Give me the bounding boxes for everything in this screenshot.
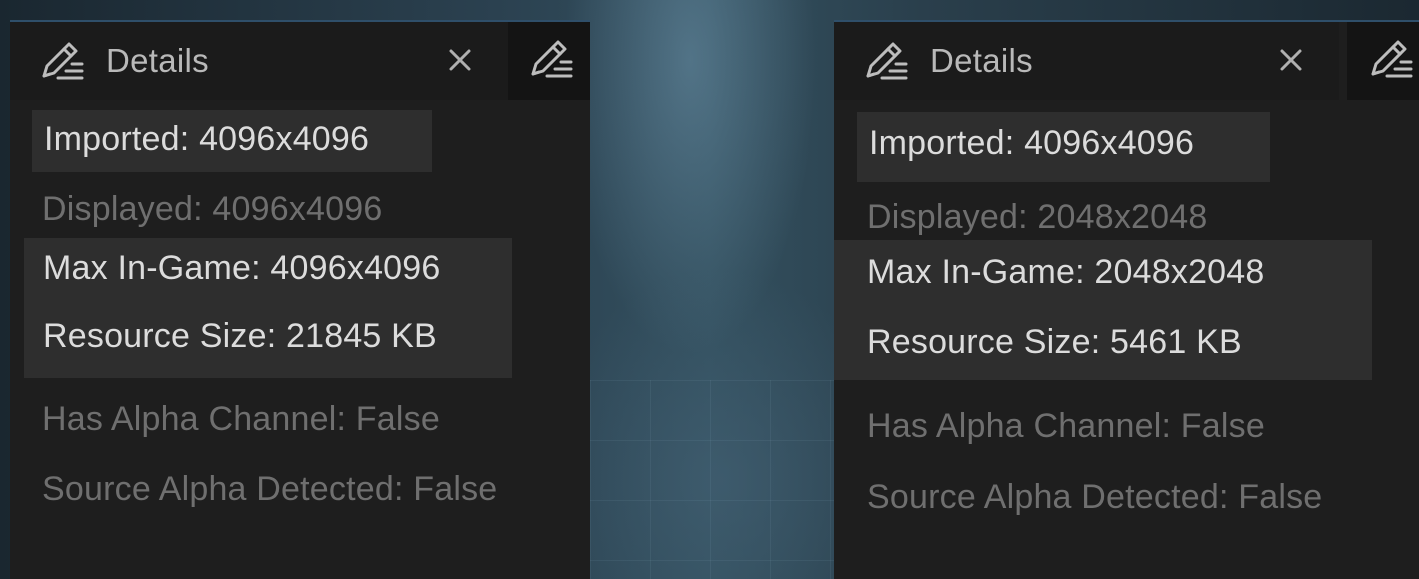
tab-details[interactable]: Details bbox=[10, 22, 508, 100]
imported-size: Imported: 4096x4096 bbox=[857, 112, 1270, 182]
tab-bar: Details bbox=[834, 22, 1419, 100]
background-viewport-grid bbox=[590, 380, 835, 579]
has-alpha-channel: Has Alpha Channel: False bbox=[867, 407, 1265, 445]
displayed-size: Displayed: 4096x4096 bbox=[42, 190, 383, 228]
max-in-game-size: Max In-Game: 4096x4096 bbox=[43, 249, 441, 287]
displayed-size: Displayed: 2048x2048 bbox=[867, 198, 1208, 236]
details-side-button[interactable] bbox=[1347, 22, 1419, 100]
resource-size: Resource Size: 21845 KB bbox=[43, 317, 437, 355]
has-alpha-channel: Has Alpha Channel: False bbox=[42, 400, 440, 438]
tab-title: Details bbox=[106, 42, 209, 79]
details-side-button[interactable] bbox=[508, 22, 590, 100]
edit-details-icon bbox=[525, 36, 573, 87]
source-alpha-detected: Source Alpha Detected: False bbox=[42, 470, 498, 508]
edit-details-icon bbox=[36, 38, 86, 84]
tab-title: Details bbox=[930, 42, 1033, 79]
tab-bar: Details bbox=[10, 22, 590, 100]
close-icon[interactable] bbox=[1273, 42, 1309, 78]
tab-details[interactable]: Details bbox=[834, 22, 1339, 100]
source-alpha-detected: Source Alpha Detected: False bbox=[867, 478, 1323, 516]
resource-size: Resource Size: 5461 KB bbox=[867, 323, 1242, 361]
imported-size: Imported: 4096x4096 bbox=[32, 110, 432, 172]
details-panel-left: Details Imported: 4096x4096 Displayed: 4… bbox=[10, 20, 590, 579]
max-in-game-size: Max In-Game: 2048x2048 bbox=[867, 253, 1265, 291]
edit-details-icon bbox=[860, 38, 910, 84]
details-panel-right: Details Imported: 4096x4096 Displayed: 2… bbox=[834, 20, 1419, 579]
edit-details-icon bbox=[1365, 36, 1413, 87]
close-icon[interactable] bbox=[442, 42, 478, 78]
